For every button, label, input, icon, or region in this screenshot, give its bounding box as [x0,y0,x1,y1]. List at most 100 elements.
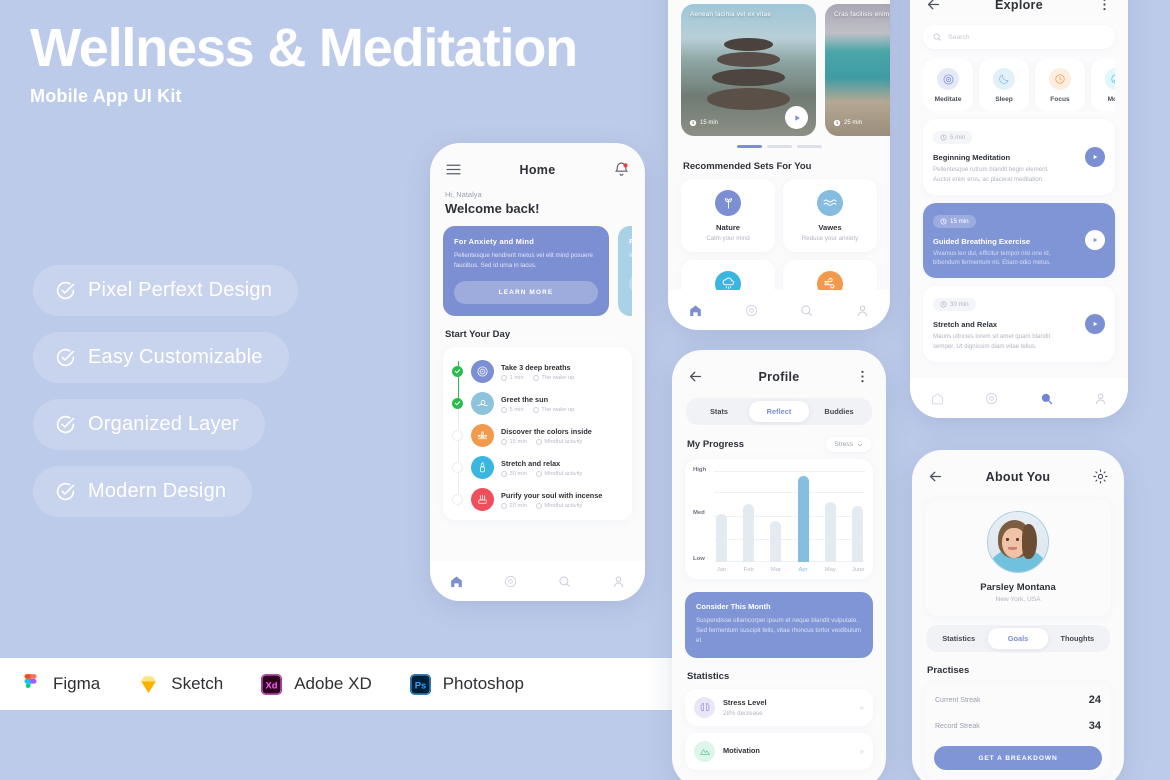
search-icon[interactable] [557,574,572,589]
task-row[interactable]: Take 3 deep breaths 1 min The wake up [451,356,624,388]
section-title-statistics: Statistics [687,670,730,682]
chart-bars-region [714,469,865,562]
circle-icon [452,430,463,442]
stat-title: Motivation [723,745,760,755]
card-description: Pellentesque hendrerit metus vel elit mi… [454,252,593,269]
person-icon[interactable] [611,574,626,589]
task-category: The wake up [532,406,574,413]
play-button[interactable] [1085,313,1105,334]
task-row[interactable]: Greet the sun 5 min The wake up [451,388,624,420]
practises-card: Current Streak 24 Record Streak 34 GET A… [925,683,1111,779]
explore-card-1[interactable]: Cras facilisis enim 25 min [825,4,890,136]
card-description: Integer mind libero vitae [629,252,632,259]
pager-dot-active[interactable] [736,145,762,148]
set-card-vawes[interactable]: Vawes Reduce your anxiety [783,178,877,252]
category-sleep[interactable]: Sleep [979,59,1029,111]
arrow-left-icon[interactable] [925,0,942,13]
discover-item-stretch-and-relax[interactable]: 30 min Stretch and Relax Mauris ultricie… [923,286,1115,362]
explore-carousel[interactable]: Aenean lacinia vel ex vitae 15 min Cras … [681,4,890,136]
home-cards-carousel[interactable]: For Anxiety and Mind Pellentesque hendre… [443,226,632,317]
category-move[interactable]: Move [1091,59,1115,111]
tab-reflect[interactable]: Reflect [749,401,809,422]
carousel-pager[interactable] [681,145,877,148]
play-button[interactable] [1085,146,1105,167]
tab-buddies[interactable]: Buddies [809,401,869,422]
task-duration: 5 min [501,406,524,413]
get-breakdown-button[interactable]: GET A BREAKDOWN [934,746,1102,770]
category-focus[interactable]: Focus [1035,59,1085,111]
tag-icon [532,406,539,413]
screen-title: Home [519,162,556,177]
learn-more-button[interactable]: LEARN MORE [629,271,632,295]
item-duration: 5 min [933,131,973,144]
play-button[interactable] [1085,230,1105,251]
tab-statistics[interactable]: Statistics [929,628,988,649]
task-status[interactable] [451,494,464,506]
note-description: Suspendisse ullamcorper ipsum et neque b… [696,617,862,644]
card-duration: 15 min [689,119,718,127]
tab-thoughts[interactable]: Thoughts [1048,628,1107,649]
feature-label: Modern Design [88,480,227,502]
task-category: Mindful activity [535,502,582,509]
chart-x-axis: Jan Feb Mar Apr May June [693,562,865,573]
task-status[interactable] [451,462,464,474]
screen-title: Explore [995,0,1043,12]
task-row[interactable]: Stretch and relax 30 min Mindful activit… [451,452,624,484]
search-icon[interactable] [799,303,814,318]
discover-item-guided-breathing[interactable]: 15 min Guided Breathing Exercise Vivamus… [923,202,1115,278]
task-row[interactable]: Purify your soul with incense 20 min Min… [451,484,624,516]
tab-goals[interactable]: Goals [988,628,1048,649]
stat-row-stress[interactable]: Stress Level 28% decrease » [685,688,873,726]
pager-dot[interactable] [796,145,822,148]
gear-icon[interactable] [1092,468,1109,485]
pager-dot[interactable] [766,145,792,148]
tab-stats[interactable]: Stats [689,401,749,422]
home-icon[interactable] [930,391,945,406]
category-name: Meditate [934,96,962,103]
learn-more-button[interactable]: LEARN MORE [454,281,598,305]
set-card-nature[interactable]: Nature Calm your mind [681,178,775,252]
person-icon[interactable] [855,303,870,318]
tag-icon [535,470,542,477]
arrow-left-icon[interactable] [927,468,944,485]
tool-label: Figma [53,674,101,693]
arrow-left-icon[interactable] [687,368,704,385]
explore-card-0[interactable]: Aenean lacinia vel ex vitae 15 min [681,4,816,136]
compass-icon[interactable] [744,303,759,318]
clock-icon [940,218,947,224]
mountain-icon [694,740,715,762]
feature-pill-0: Pixel Perfext Design [33,265,299,316]
stat-row-motivation[interactable]: Motivation » [685,732,873,770]
more-vertical-icon[interactable] [854,368,871,385]
check-circle-icon [56,281,75,300]
category-meditate[interactable]: Meditate [923,59,973,111]
home-card-calm[interactable]: For Calm Integer mind libero vitae LEARN… [618,226,632,317]
home-icon[interactable] [688,303,703,318]
consider-this-month-card: Consider This Month Suspendisse ullamcor… [685,592,873,658]
notification-bell-icon[interactable] [613,161,630,178]
compass-icon[interactable] [984,391,999,406]
task-status[interactable] [451,366,464,378]
stress-filter-dropdown[interactable]: Stress [826,437,871,452]
category-row[interactable]: Meditate Sleep Focus Move [923,59,1115,111]
home-card-anxiety[interactable]: For Anxiety and Mind Pellentesque hendre… [443,226,609,317]
hamburger-menu-icon[interactable] [445,161,462,178]
search-icon[interactable] [1039,391,1054,406]
about-tabs[interactable]: Statistics Goals Thoughts [926,625,1110,652]
phone-profile-screen: Profile Stats Reflect Buddies My Progres… [672,350,886,780]
task-status[interactable] [451,430,464,442]
profile-tabs[interactable]: Stats Reflect Buddies [686,398,872,425]
person-icon[interactable] [1093,391,1108,406]
compass-icon[interactable] [503,574,518,589]
home-icon[interactable] [449,574,464,589]
chevron-right-icon[interactable]: » [860,747,864,756]
chevron-right-icon[interactable]: » [860,703,864,712]
more-vertical-icon[interactable] [1096,0,1113,13]
tool-figma: Figma [18,672,100,697]
task-status[interactable] [451,398,464,410]
play-button[interactable] [785,106,808,129]
discover-item-beginning-meditation[interactable]: 5 min Beginning Meditation Pellentesque … [923,119,1115,195]
clock-icon [501,470,507,477]
search-input[interactable]: Search [923,25,1115,49]
task-row[interactable]: Discover the colors inside 15 min Mindfu… [451,420,624,452]
